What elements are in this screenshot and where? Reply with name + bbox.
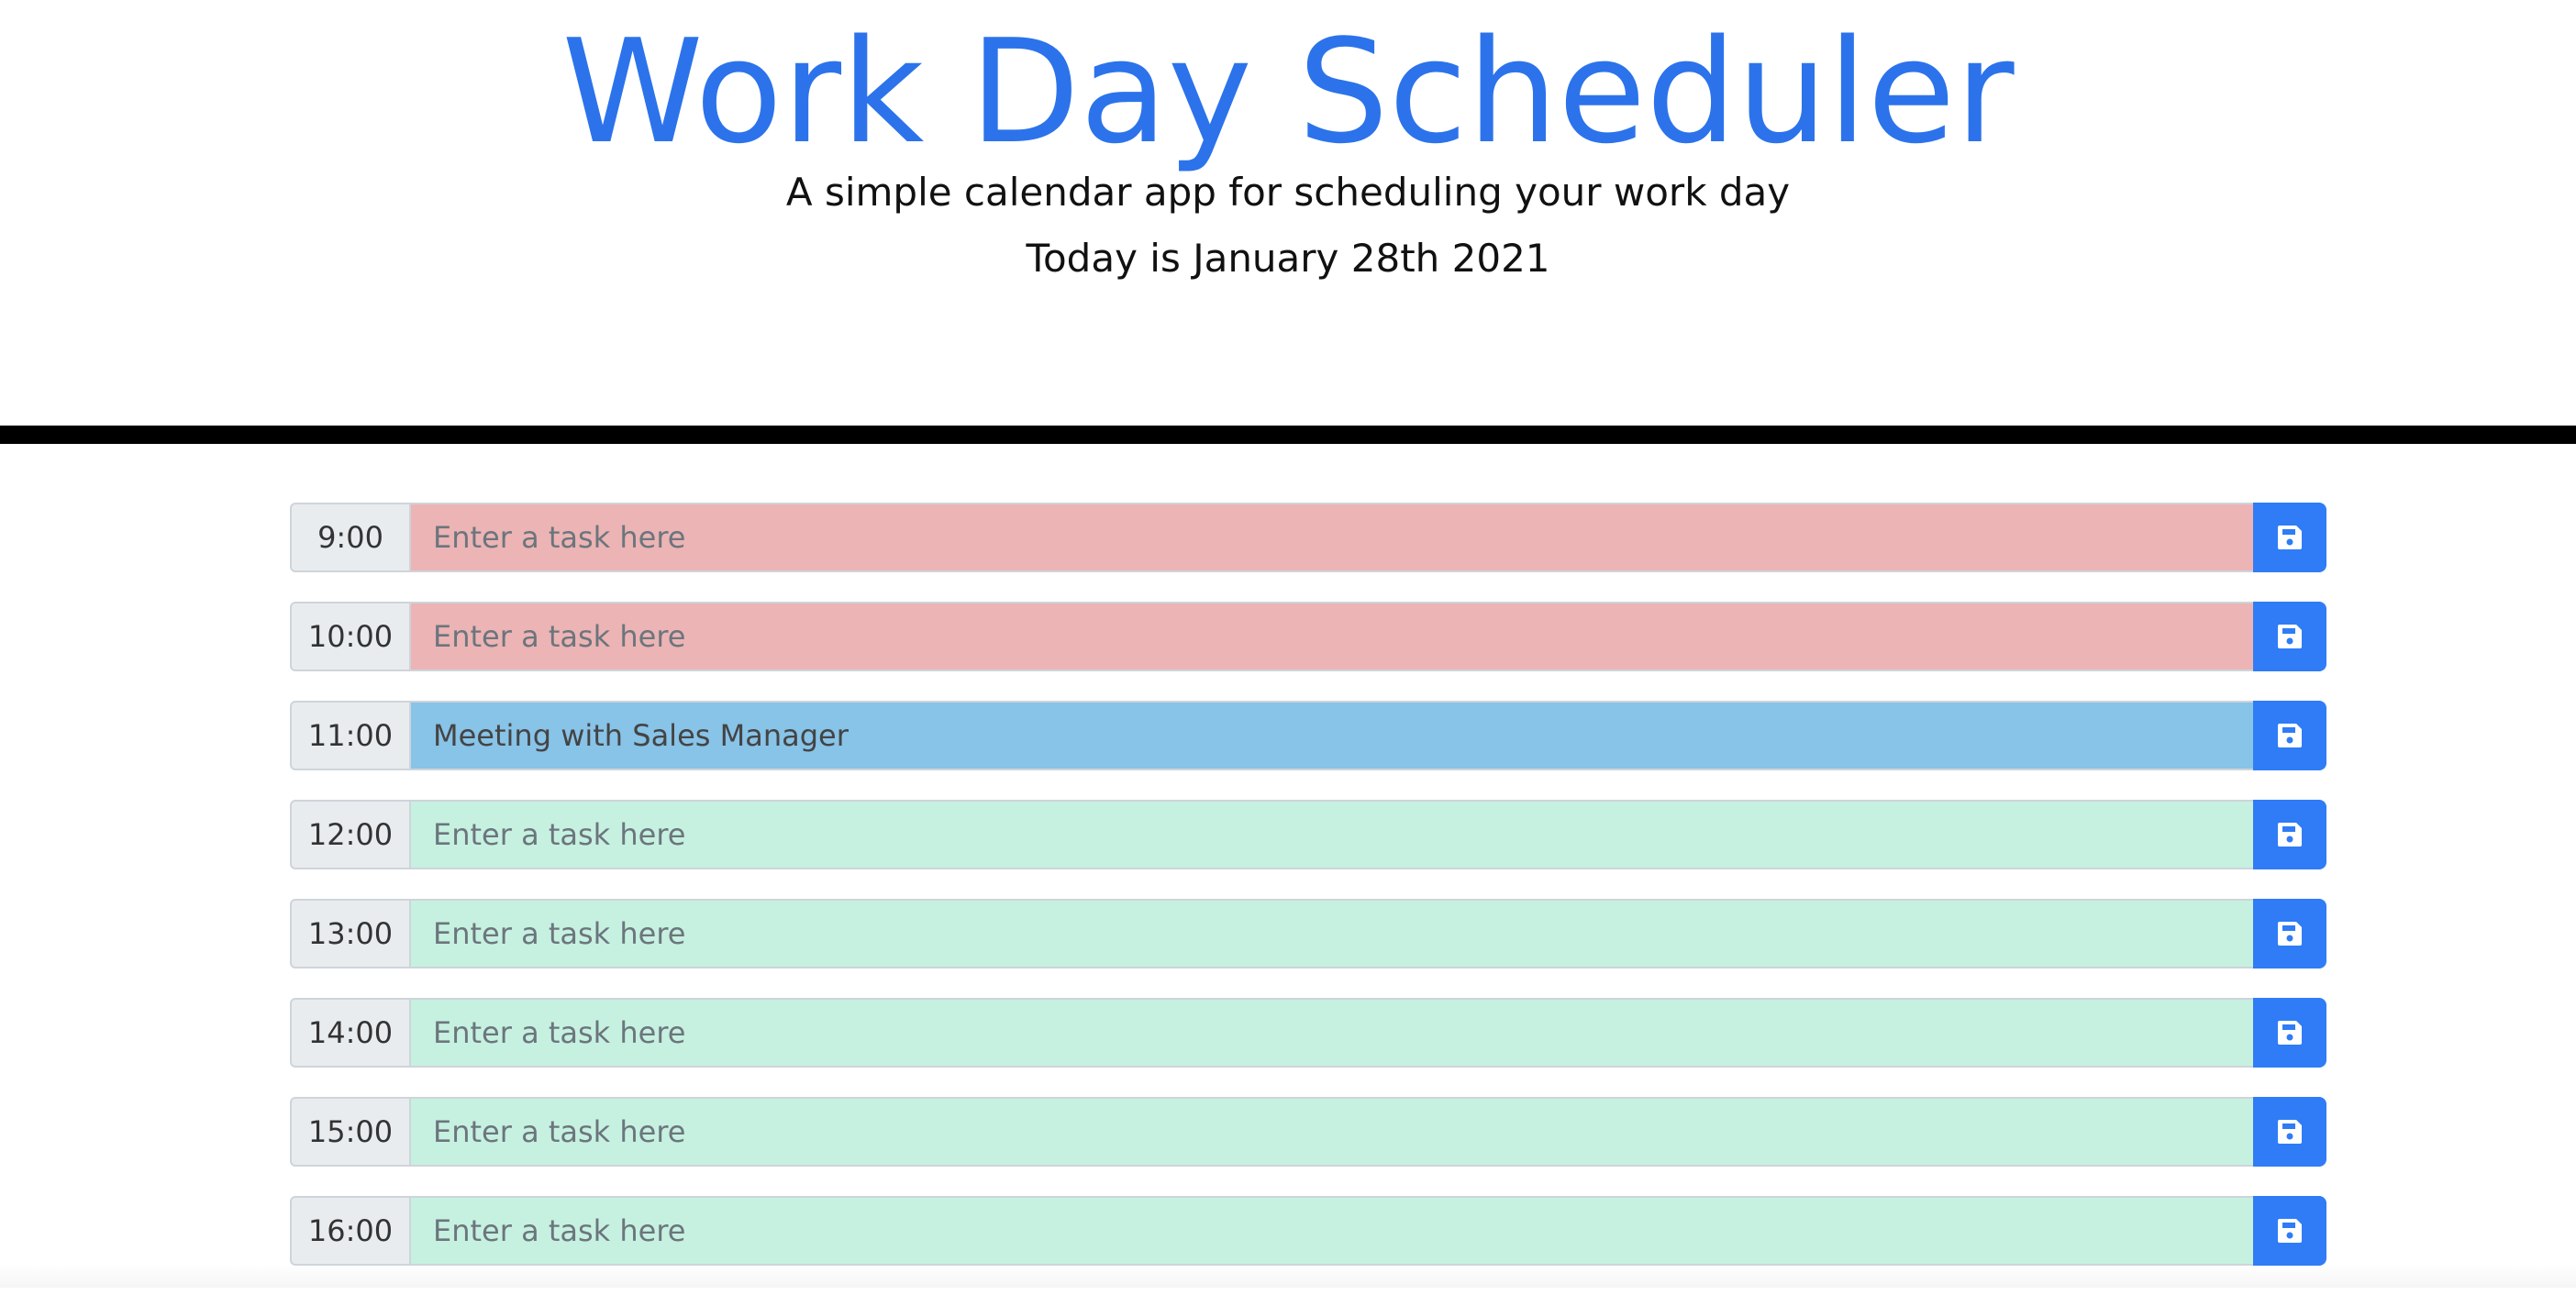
- hour-label: 15:00: [290, 1097, 411, 1167]
- task-input[interactable]: [411, 701, 2255, 770]
- time-block: 16:00: [290, 1196, 2326, 1266]
- task-input[interactable]: [411, 602, 2255, 671]
- hour-label: 14:00: [290, 998, 411, 1068]
- floppy-disk-icon: [2278, 625, 2302, 648]
- schedule: 9:00 10:00 11:00: [290, 503, 2326, 1295]
- time-block: 10:00: [290, 602, 2326, 671]
- save-button[interactable]: [2253, 800, 2326, 869]
- task-input[interactable]: [411, 998, 2255, 1068]
- hour-label: 11:00: [290, 701, 411, 770]
- time-block: 15:00: [290, 1097, 2326, 1167]
- task-input[interactable]: [411, 899, 2255, 968]
- save-button[interactable]: [2253, 998, 2326, 1068]
- save-button[interactable]: [2253, 602, 2326, 671]
- hour-label: 13:00: [290, 899, 411, 968]
- floppy-disk-icon: [2278, 1219, 2302, 1243]
- current-date: Today is January 28th 2021: [1026, 236, 1550, 281]
- floppy-disk-icon: [2278, 1120, 2302, 1144]
- bottom-shadow: [0, 1264, 2576, 1288]
- hour-label: 12:00: [290, 800, 411, 869]
- header: Work Day Scheduler A simple calendar app…: [0, 0, 2576, 426]
- hour-label: 10:00: [290, 602, 411, 671]
- time-block: 14:00: [290, 998, 2326, 1068]
- floppy-disk-icon: [2278, 823, 2302, 847]
- save-button[interactable]: [2253, 1097, 2326, 1167]
- page-title: Work Day Scheduler: [561, 8, 2015, 175]
- header-divider: [0, 426, 2576, 444]
- task-input[interactable]: [411, 1097, 2255, 1167]
- save-button[interactable]: [2253, 899, 2326, 968]
- hour-label: 16:00: [290, 1196, 411, 1266]
- time-block: 9:00: [290, 503, 2326, 572]
- floppy-disk-icon: [2278, 922, 2302, 946]
- task-input[interactable]: [411, 503, 2255, 572]
- save-button[interactable]: [2253, 1196, 2326, 1266]
- floppy-disk-icon: [2278, 526, 2302, 549]
- time-block: 11:00: [290, 701, 2326, 770]
- floppy-disk-icon: [2278, 1021, 2302, 1045]
- hour-label: 9:00: [290, 503, 411, 572]
- save-button[interactable]: [2253, 503, 2326, 572]
- time-block: 13:00: [290, 899, 2326, 968]
- time-block: 12:00: [290, 800, 2326, 869]
- save-button[interactable]: [2253, 701, 2326, 770]
- task-input[interactable]: [411, 1196, 2255, 1266]
- page-subtitle: A simple calendar app for scheduling you…: [785, 170, 1791, 215]
- floppy-disk-icon: [2278, 724, 2302, 747]
- task-input[interactable]: [411, 800, 2255, 869]
